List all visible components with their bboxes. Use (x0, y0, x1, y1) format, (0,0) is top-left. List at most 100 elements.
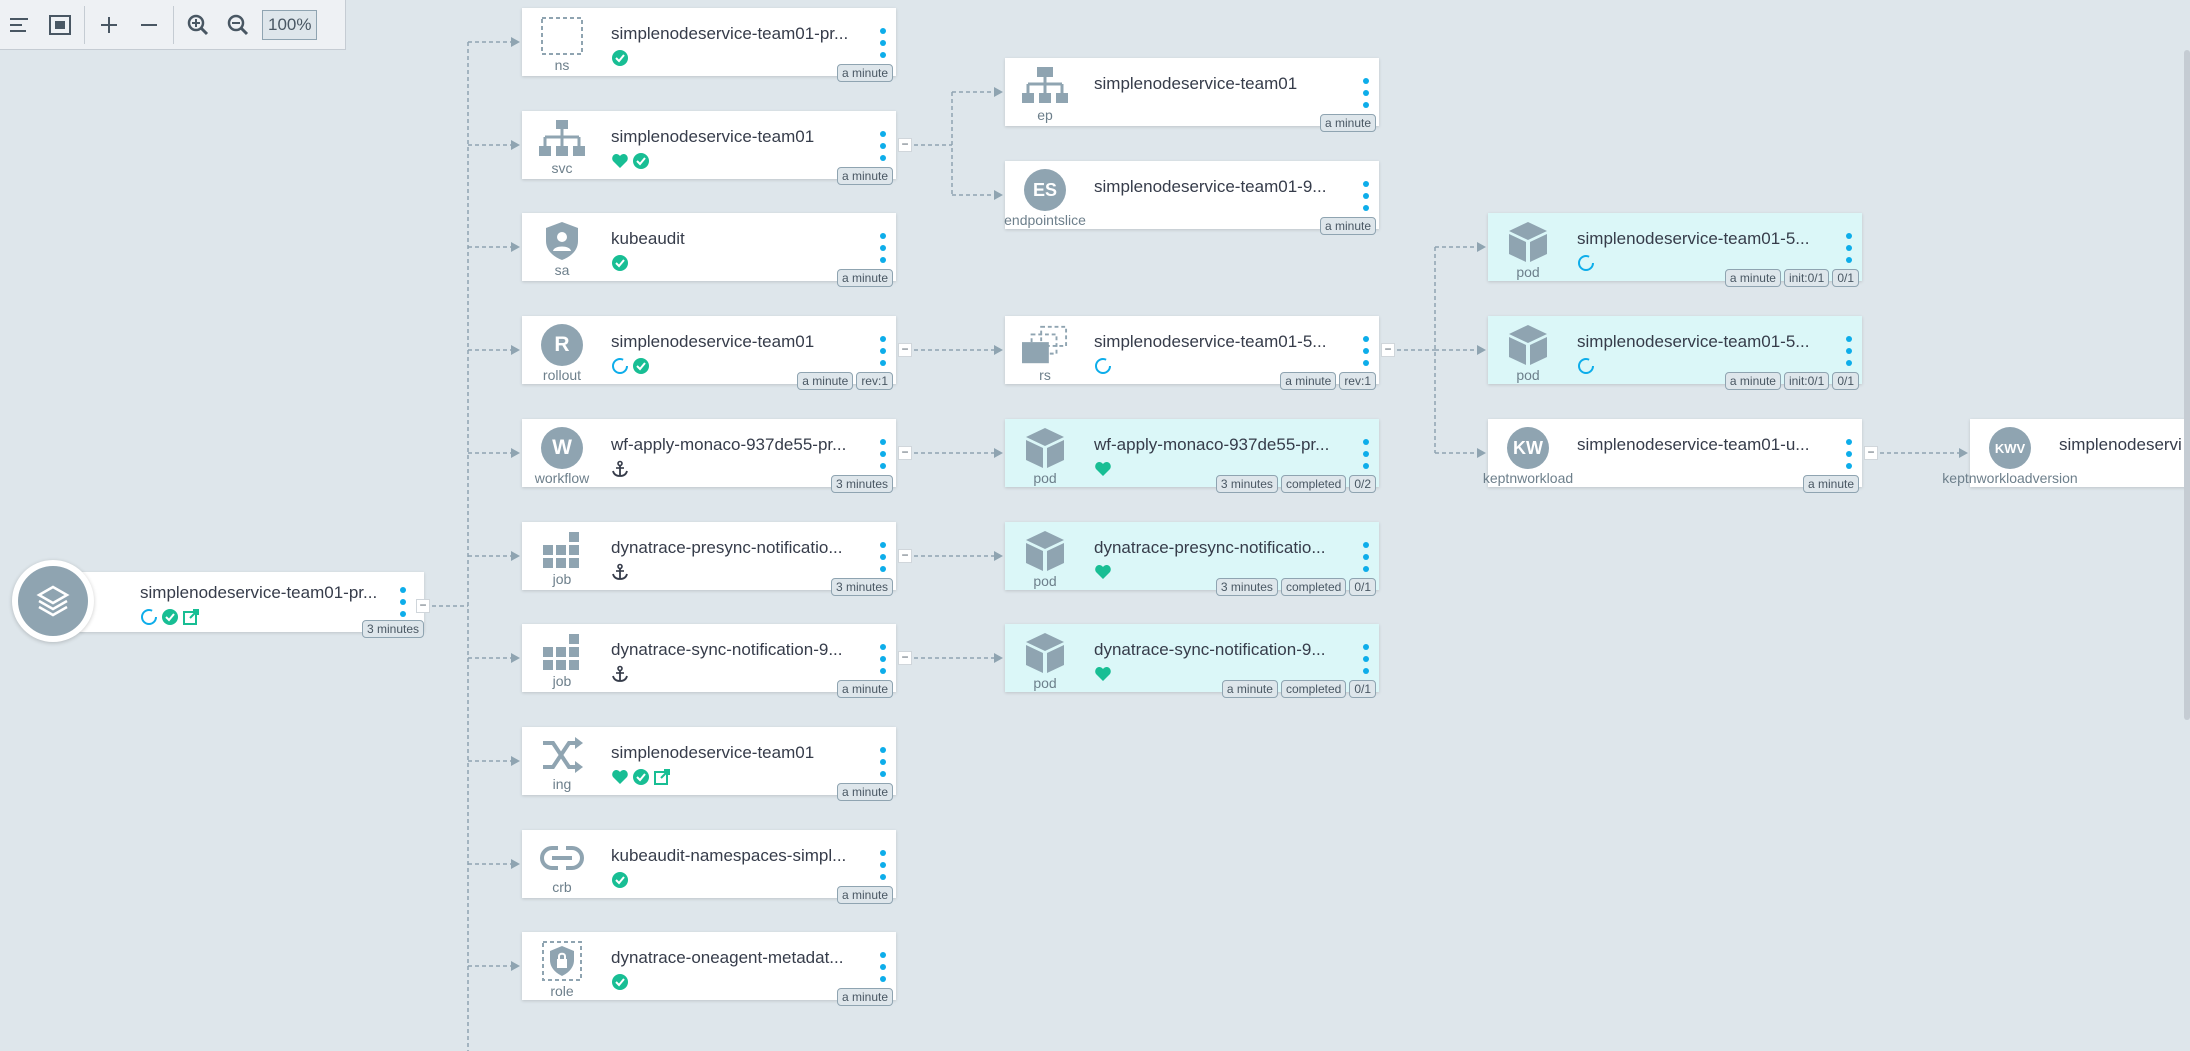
expand-icon[interactable] (89, 7, 129, 43)
node-tag: a minute (1319, 114, 1376, 132)
node-kind: rs (1039, 367, 1051, 383)
synced-icon (611, 49, 629, 72)
app-root-card[interactable]: simplenodeservice-team01-pr... 3 minutes (80, 572, 424, 638)
collapse-toggle[interactable]: − (1381, 343, 1395, 357)
node-menu-icon[interactable] (880, 131, 886, 161)
node-menu-icon[interactable] (880, 336, 886, 366)
resource-tree-canvas[interactable]: 100% simplenodeservice-team01-pr... 3 mi… (0, 0, 2190, 1051)
node-pod[interactable]: pod simplenodeservice-team01-5... a minute… (1488, 316, 1862, 390)
toolbar-divider (173, 5, 174, 44)
node-menu-icon[interactable] (880, 747, 886, 777)
collapse-toggle[interactable]: − (898, 343, 912, 357)
node-ing[interactable]: ing simplenodeservice-team01 a minute (522, 727, 896, 801)
node-tag: a minute (1802, 475, 1859, 493)
node-tags: a minute (836, 886, 893, 904)
node-menu-icon[interactable] (1846, 439, 1852, 469)
node-name: simplenodeservice-team01-5... (1577, 229, 1810, 248)
node-keptnworkload[interactable]: KW keptnworkload simplenodeservice-team01-… (1483, 419, 1862, 493)
endpointslice-icon: ES endpointslice (1004, 169, 1086, 227)
sa-icon: sa (526, 221, 598, 277)
node-menu-icon[interactable] (1363, 78, 1369, 108)
node-menu-icon[interactable] (1363, 439, 1369, 469)
node-role[interactable]: role dynatrace-oneagent-metadat... a minut… (522, 932, 896, 1006)
collapse-icon[interactable] (129, 7, 169, 43)
vertical-scrollbar[interactable] (2184, 50, 2190, 720)
node-kind: pod (1516, 367, 1540, 383)
collapse-toggle[interactable]: − (898, 446, 912, 460)
node-tag: a minute (1280, 372, 1337, 390)
node-kind: rollout (542, 367, 582, 383)
node-menu-icon[interactable] (1363, 336, 1369, 366)
node-menu-icon[interactable] (880, 233, 886, 263)
node-name: simplenodeservice-team01-pr... (611, 24, 849, 43)
node-tag: a minute (1724, 269, 1781, 287)
external-link-icon[interactable] (182, 608, 200, 631)
zoom-out-icon[interactable] (218, 7, 258, 43)
fit-lines-icon[interactable] (0, 7, 40, 43)
node-menu-icon[interactable] (880, 644, 886, 674)
node-status (611, 49, 629, 72)
node-menu-icon[interactable] (880, 850, 886, 880)
ing-icon: ing (526, 735, 598, 791)
node-pod[interactable]: pod dynatrace-presync-notificatio... 3 min… (1005, 522, 1379, 596)
healthy-icon (1094, 563, 1112, 586)
progressing-icon (1094, 357, 1112, 380)
pod-icon: pod (1009, 427, 1081, 485)
node-tags: 3 minutes completed 0/1 (1215, 578, 1376, 596)
node-kind: ns (554, 57, 570, 73)
collapse-toggle[interactable]: − (416, 599, 430, 613)
node-svc[interactable]: svc simplenodeservice-team01 a minute (522, 111, 896, 185)
node-tags: a minute completed 0/1 (1221, 680, 1376, 698)
node-menu-icon[interactable] (1363, 644, 1369, 674)
node-menu-icon[interactable] (1846, 336, 1852, 366)
node-ns[interactable]: ns simplenodeservice-team01-pr... a minute (522, 8, 896, 82)
node-kind: ing (552, 776, 572, 792)
node-menu-icon[interactable] (880, 439, 886, 469)
node-tag: a minute (836, 886, 893, 904)
collapse-toggle[interactable]: − (1864, 446, 1878, 460)
node-crb[interactable]: crb kubeaudit-namespaces-simpl... a minute (522, 830, 896, 904)
node-pod[interactable]: pod simplenodeservice-team01-5... a minute… (1488, 213, 1862, 287)
node-name: simplenodeservice-team01-9... (1094, 177, 1327, 196)
app-root-menu-icon[interactable] (400, 587, 406, 617)
node-menu-icon[interactable] (880, 542, 886, 572)
pod-icon: pod (1492, 324, 1564, 383)
node-job[interactable]: job dynatrace-presync-notificatio... 3 min… (522, 522, 896, 596)
node-keptnworkloadversion[interactable]: KWV keptnworkloadversion simplenodeservi (1942, 419, 2190, 487)
node-tag: a minute (1319, 217, 1376, 235)
node-menu-icon[interactable] (1363, 181, 1369, 211)
node-tag: rev:1 (1339, 372, 1376, 390)
node-tag: a minute (1724, 372, 1781, 390)
zoom-in-icon[interactable] (178, 7, 218, 43)
node-status (611, 973, 629, 996)
collapse-toggle[interactable]: − (898, 138, 912, 152)
node-pod[interactable]: pod wf-apply-monaco-937de55-pr... 3 minute… (1005, 419, 1379, 493)
node-workflow[interactable]: Wworkflow wf-apply-monaco-937de55-pr... 3 … (522, 419, 896, 493)
graph-toolbar: 100% (0, 0, 346, 50)
node-name: simplenodeservice-team01 (611, 743, 815, 762)
node-rollout[interactable]: Rrollout simplenodeservice-team01 a minute… (522, 316, 896, 390)
external-link-icon[interactable] (653, 768, 671, 791)
progressing-icon (611, 357, 629, 380)
node-status (1577, 254, 1595, 277)
node-menu-icon[interactable] (1363, 542, 1369, 572)
synced-icon (161, 608, 179, 631)
node-menu-icon[interactable] (880, 28, 886, 58)
node-menu-icon[interactable] (1846, 233, 1852, 263)
app-root-node[interactable]: simplenodeservice-team01-pr... 3 minutes (12, 560, 424, 642)
node-name: simplenodeservice-team01 (611, 127, 815, 146)
node-tag: 3 minutes (1215, 578, 1278, 596)
node-status (611, 152, 650, 175)
node-pod[interactable]: pod dynatrace-sync-notification-9... a min… (1005, 624, 1379, 698)
node-ep[interactable]: ep simplenodeservice-team01 a minute (1005, 58, 1379, 132)
collapse-toggle[interactable]: − (898, 651, 912, 665)
node-name: kubeaudit (611, 229, 685, 248)
collapse-toggle[interactable]: − (898, 549, 912, 563)
node-job[interactable]: job dynatrace-sync-notification-9... a min… (522, 624, 896, 698)
fit-screen-icon[interactable] (40, 7, 80, 43)
node-sa[interactable]: sa kubeaudit a minute (522, 213, 896, 287)
node-tags: a minute (836, 167, 893, 185)
node-rs[interactable]: rs simplenodeservice-team01-5... a minute r… (1005, 316, 1379, 390)
node-menu-icon[interactable] (880, 952, 886, 982)
node-endpointslice[interactable]: ES endpointslice simplenodeservice-team01-… (1004, 161, 1379, 235)
